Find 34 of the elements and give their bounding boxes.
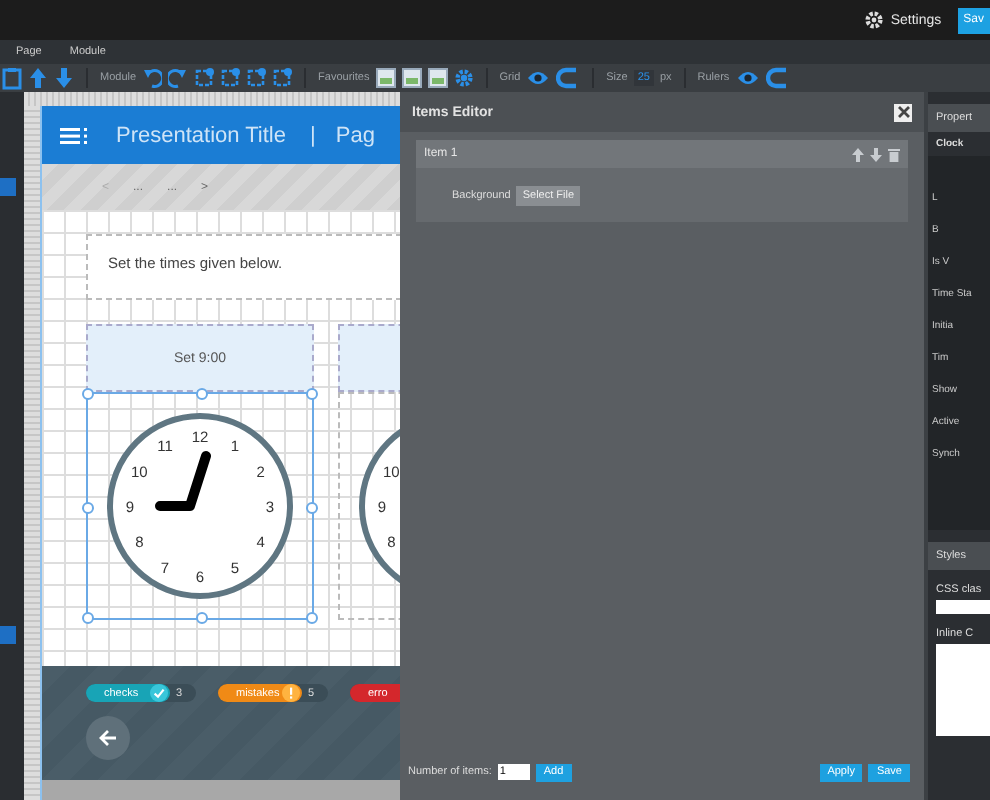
- back-button[interactable]: [86, 716, 130, 760]
- resize-handle[interactable]: [306, 502, 318, 514]
- clipboard-icon[interactable]: [2, 66, 22, 90]
- eye-icon[interactable]: [735, 66, 760, 90]
- css-class-field[interactable]: [936, 600, 990, 614]
- module-icon[interactable]: [246, 66, 267, 90]
- exclamation-icon: [282, 684, 300, 702]
- arrow-up-icon[interactable]: [852, 147, 864, 161]
- resize-handle[interactable]: [82, 612, 94, 624]
- redo-icon[interactable]: [168, 66, 189, 90]
- arrow-left-icon[interactable]: [98, 728, 118, 748]
- module-icon[interactable]: [220, 66, 241, 90]
- check-icon: [150, 684, 168, 702]
- arrow-down-icon[interactable]: [54, 66, 74, 90]
- thumbnail-icon[interactable]: [401, 68, 422, 88]
- undo-icon[interactable]: [142, 66, 163, 90]
- resize-handle[interactable]: [306, 388, 318, 400]
- presentation-title: Presentation Title: [116, 123, 286, 147]
- inline-css-field[interactable]: [936, 644, 990, 736]
- page-title: Pag: [335, 123, 375, 147]
- thumbnail-icon[interactable]: [375, 68, 396, 88]
- arrow-down-icon[interactable]: [870, 147, 882, 161]
- resize-handle[interactable]: [82, 502, 94, 514]
- menu-icon[interactable]: [60, 125, 88, 145]
- trash-icon[interactable]: [888, 147, 900, 161]
- module-icon[interactable]: [194, 66, 215, 90]
- title-separator: |: [310, 123, 316, 147]
- thumbnail-icon[interactable]: [427, 68, 448, 88]
- arrow-up-icon[interactable]: [28, 66, 48, 90]
- resize-handle[interactable]: [306, 612, 318, 624]
- resize-handle[interactable]: [82, 388, 94, 400]
- module-icon[interactable]: [272, 66, 293, 90]
- resize-handle[interactable]: [196, 612, 208, 624]
- eye-icon[interactable]: [526, 66, 551, 90]
